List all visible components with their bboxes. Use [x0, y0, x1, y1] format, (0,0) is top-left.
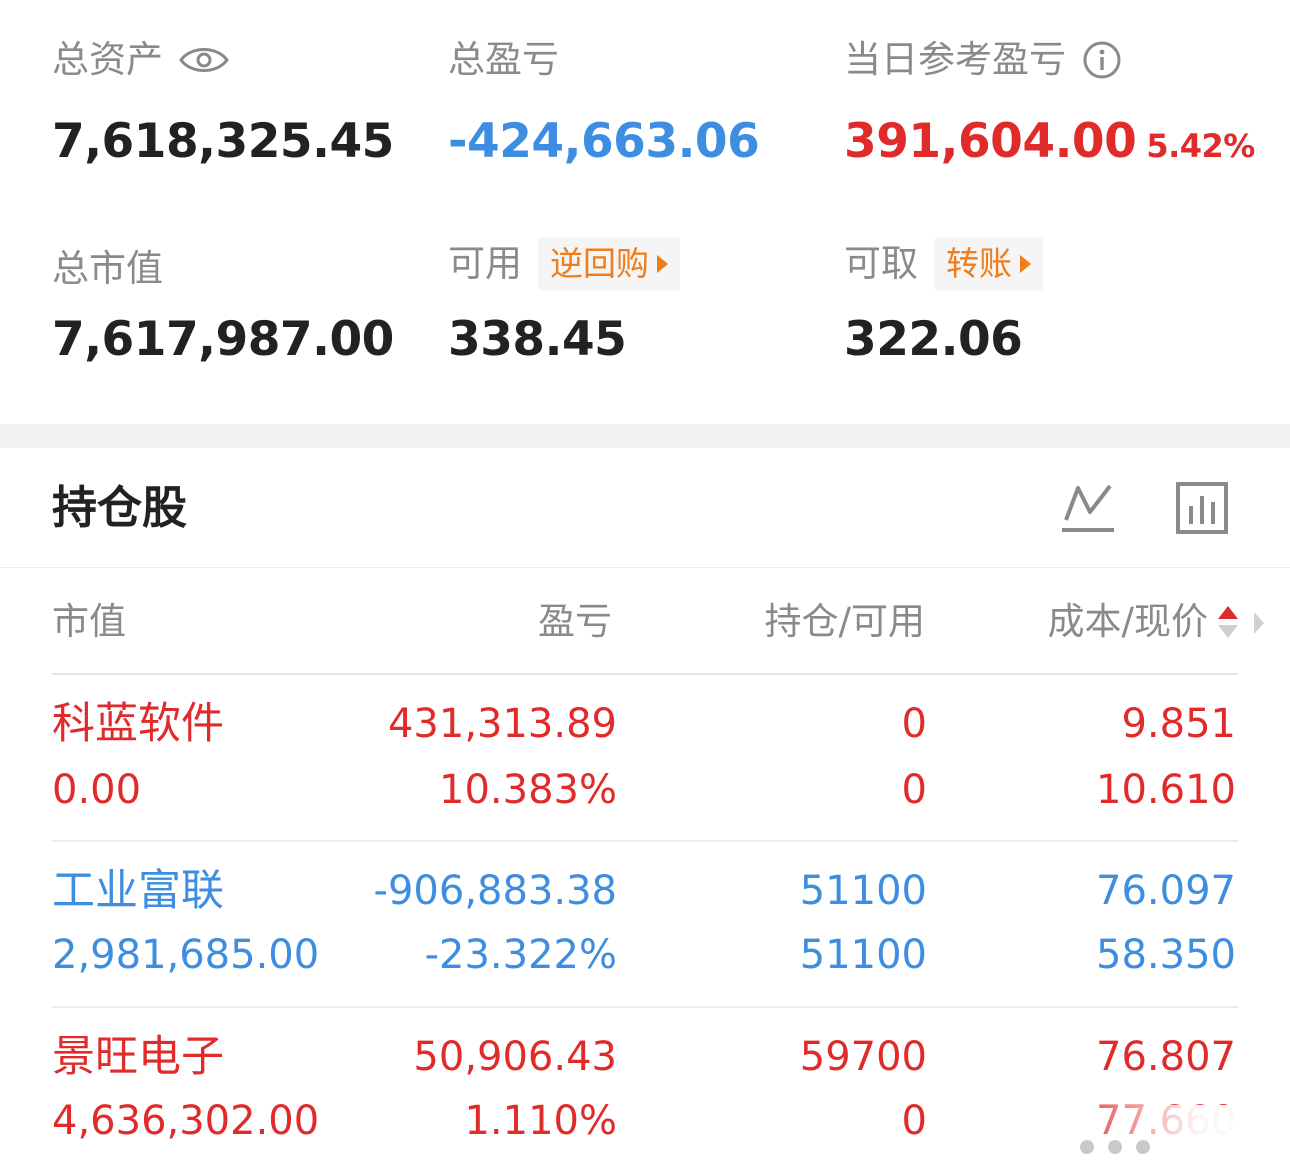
table-row[interactable]: 工业富联 2,981,685.00 -906,883.38 -23.322% 5… — [0, 842, 1290, 1008]
stock-pnl-percent: 10.383% — [439, 767, 617, 813]
withdrawable-value: 322.06 — [844, 312, 1023, 367]
transfer-button[interactable]: 转账 — [934, 237, 1043, 291]
stock-pnl: 50,906.43 — [413, 1034, 617, 1080]
withdrawable-label: 可取 — [844, 242, 918, 285]
market-value-label: 总市值 — [52, 247, 163, 290]
daily-pnl-percent: 5.42% — [1146, 127, 1255, 165]
stock-position: 59700 — [799, 1034, 927, 1080]
stock-price: 10.610 — [1096, 767, 1236, 813]
stock-cost: 76.807 — [1096, 1034, 1236, 1080]
page-dot — [1080, 1140, 1094, 1154]
withdrawable-block: 可取 转账 322.06 — [844, 237, 1043, 368]
reverse-repo-button[interactable]: 逆回购 — [538, 237, 680, 291]
reverse-repo-label: 逆回购 — [550, 244, 649, 283]
line-chart-icon[interactable] — [1060, 480, 1116, 536]
total-assets-label-row: 总资产 — [52, 38, 394, 82]
stock-cost: 76.097 — [1096, 868, 1236, 914]
total-assets-block: 总资产 7,618,325.45 — [52, 38, 394, 170]
chevron-right-icon[interactable] — [1252, 610, 1266, 640]
stock-position: 51100 — [799, 868, 927, 914]
stock-name: 工业富联 — [52, 866, 224, 916]
bar-chart-icon[interactable] — [1174, 480, 1230, 536]
caret-right-icon — [657, 255, 668, 273]
transfer-label: 转账 — [946, 244, 1012, 283]
caret-right-icon — [1020, 255, 1031, 273]
stock-name: 景旺电子 — [52, 1032, 224, 1082]
market-value-block: 总市值 7,617,987.00 — [52, 242, 394, 368]
stock-cost: 9.851 — [1121, 701, 1236, 747]
column-position[interactable]: 持仓/可用 — [765, 598, 925, 646]
holdings-title: 持仓股 — [52, 481, 188, 534]
available-block: 可用 逆回购 338.45 — [448, 237, 680, 368]
total-pnl-block: 总盈亏 -424,663.06 — [448, 38, 760, 170]
total-assets-value: 7,618,325.45 — [52, 114, 394, 169]
stock-pnl: 431,313.89 — [387, 701, 617, 747]
stock-name: 科蓝软件 — [52, 699, 224, 749]
stock-position: 0 — [901, 701, 927, 747]
eye-icon[interactable] — [179, 45, 229, 75]
holdings-header: 持仓股 — [0, 448, 1290, 568]
stock-available: 0 — [901, 767, 927, 813]
stock-market-value: 2,981,685.00 — [52, 932, 320, 978]
page-indicator — [1080, 1140, 1150, 1154]
column-pnl[interactable]: 盈亏 — [538, 598, 612, 646]
available-label: 可用 — [448, 242, 522, 285]
total-pnl-label: 总盈亏 — [448, 38, 559, 81]
stock-available: 0 — [901, 1098, 927, 1144]
total-pnl-value: -424,663.06 — [448, 114, 760, 169]
holdings-column-header: 市值 盈亏 持仓/可用 成本/现价 — [0, 568, 1290, 674]
stock-price: 58.350 — [1096, 932, 1236, 978]
table-row[interactable]: 科蓝软件 0.00 431,313.89 10.383% 0 0 9.851 1… — [0, 675, 1290, 841]
market-value-value: 7,617,987.00 — [52, 312, 394, 367]
info-icon[interactable] — [1082, 40, 1122, 80]
daily-pnl-value-row: 391,604.00 5.42% — [844, 114, 1255, 174]
available-value: 338.45 — [448, 312, 627, 367]
stock-available: 51100 — [799, 932, 927, 978]
column-cost-price[interactable]: 成本/现价 — [1048, 598, 1208, 646]
daily-pnl-label: 当日参考盈亏 — [844, 38, 1066, 81]
stock-market-value: 4,636,302.00 — [52, 1098, 320, 1144]
daily-pnl-block: 当日参考盈亏 391,604.00 5.42% — [844, 38, 1255, 174]
stock-pnl-percent: 1.110% — [464, 1098, 617, 1144]
column-market-value[interactable]: 市值 — [52, 598, 126, 646]
stock-pnl-percent: -23.322% — [424, 932, 617, 978]
page-dot — [1108, 1140, 1122, 1154]
sort-arrows-icon[interactable] — [1216, 604, 1240, 644]
stock-market-value: 0.00 — [52, 767, 142, 813]
page-dot — [1136, 1140, 1150, 1154]
account-summary: 总资产 7,618,325.45 总盈亏 -424,663.06 当日参考盈亏 — [0, 0, 1290, 424]
daily-pnl-value: 391,604.00 — [844, 114, 1137, 169]
section-divider — [0, 424, 1290, 448]
total-assets-label: 总资产 — [52, 38, 163, 81]
stock-pnl: -906,883.38 — [373, 868, 617, 914]
